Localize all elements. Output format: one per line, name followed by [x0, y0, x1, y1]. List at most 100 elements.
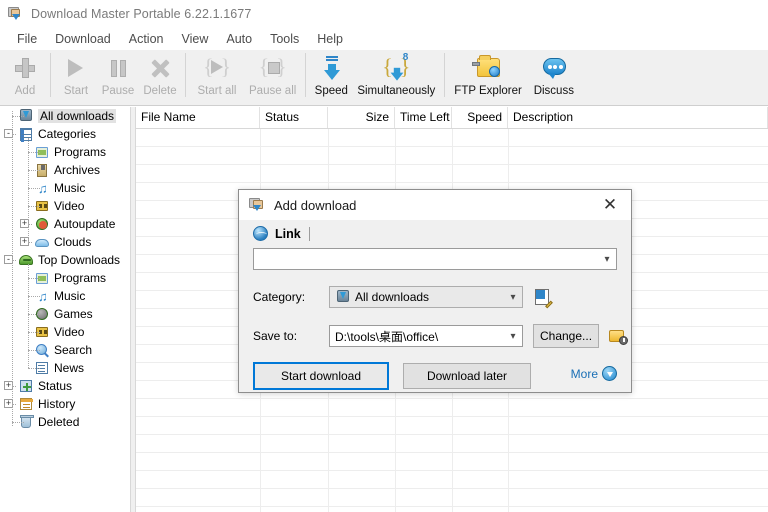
- column-header-status[interactable]: Status: [260, 107, 328, 128]
- window-title: Download Master Portable 6.22.1.1677: [31, 7, 252, 21]
- tree-item-label: Deleted: [38, 415, 80, 429]
- start-download-button[interactable]: Start download: [253, 362, 389, 390]
- navigation-tree[interactable]: All downloads - Categories Programs Archives…: [0, 107, 130, 512]
- toolbar-ftp-explorer-button[interactable]: FTP Explorer: [449, 50, 527, 104]
- tree-item-video[interactable]: Video: [0, 323, 130, 341]
- category-select[interactable]: All downloads ▾: [329, 286, 523, 308]
- globe-icon: [253, 226, 268, 241]
- play-icon: [62, 54, 90, 82]
- category-value: All downloads: [355, 290, 430, 304]
- edit-category-icon[interactable]: [535, 288, 553, 308]
- menu-tools[interactable]: Tools: [261, 30, 308, 48]
- tab-link[interactable]: Link: [253, 226, 310, 241]
- dialog-title-bar: Add download ✕: [239, 190, 631, 220]
- link-input[interactable]: ▾: [253, 248, 617, 270]
- tree-item-music[interactable]: ♫ Music: [0, 287, 130, 305]
- tree-item-archives[interactable]: Archives: [0, 161, 130, 179]
- toolbar-start-button[interactable]: Start: [55, 50, 97, 104]
- toolbar-pause-all-button[interactable]: {} Pause all: [244, 50, 301, 104]
- tree-item-label: Status: [38, 379, 73, 393]
- toolbar-delete-button[interactable]: Delete: [139, 50, 181, 104]
- change-folder-button[interactable]: Change...: [533, 324, 599, 348]
- tree-item-top-downloads[interactable]: - Top Downloads: [0, 251, 130, 269]
- tree-item-all-downloads[interactable]: All downloads: [0, 107, 130, 125]
- tree-toggle-collapse-icon[interactable]: -: [4, 255, 13, 264]
- menu-help[interactable]: Help: [308, 30, 352, 48]
- more-label: More: [570, 366, 598, 381]
- menu-action[interactable]: Action: [120, 30, 173, 48]
- tree-item-deleted[interactable]: Deleted: [0, 413, 130, 431]
- top-programs-icon: [34, 271, 50, 286]
- dialog-actions: Start download Download later: [253, 362, 531, 390]
- save-to-input[interactable]: D:\tools\桌面\office\ ▾: [329, 325, 523, 347]
- save-to-label: Save to:: [253, 329, 298, 343]
- ftp-folder-icon: [472, 54, 502, 82]
- chevron-down-icon[interactable]: ▾: [504, 331, 522, 342]
- tree-toggle-collapse-icon[interactable]: -: [4, 129, 13, 138]
- toolbar-speed-button[interactable]: Speed: [310, 50, 352, 104]
- tab-link-label: Link: [275, 226, 301, 241]
- toolbar-start-all-label: Start all: [197, 85, 237, 97]
- video-icon: [34, 199, 50, 214]
- chevron-down-icon[interactable]: ▾: [504, 292, 522, 303]
- tree-toggle-expand-icon[interactable]: +: [4, 399, 13, 408]
- toolbar-delete-label: Delete: [143, 85, 177, 97]
- stop-all-icon: {}: [258, 54, 287, 79]
- column-header-speed[interactable]: Speed: [452, 107, 508, 128]
- menu-auto[interactable]: Auto: [217, 30, 261, 48]
- folder-history-icon[interactable]: [609, 328, 628, 345]
- menu-bar: File Download Action View Auto Tools Hel…: [0, 28, 768, 50]
- tree-item-programs[interactable]: Programs: [0, 269, 130, 287]
- tree-item-autoupdate[interactable]: + Autoupdate: [0, 215, 130, 233]
- toolbar-pause-button[interactable]: Pause: [97, 50, 139, 104]
- tree-item-categories[interactable]: - Categories: [0, 125, 130, 143]
- tree-item-status[interactable]: + Status: [0, 377, 130, 395]
- text-cursor: [308, 226, 310, 241]
- tree-item-programs[interactable]: Programs: [0, 143, 130, 161]
- tree-item-label: Search: [54, 343, 93, 357]
- toolbar-add-button[interactable]: Add: [4, 50, 46, 104]
- toolbar-start-all-button[interactable]: {} Start all: [190, 50, 244, 104]
- download-later-button[interactable]: Download later: [403, 363, 531, 389]
- toolbar-simultaneously-button[interactable]: { } 8 Simultaneously: [352, 50, 440, 104]
- tree-item-history[interactable]: + History: [0, 395, 130, 413]
- top-video-icon: [34, 325, 50, 340]
- list-header[interactable]: File Name Status Size Time Left Speed Descrip…: [136, 107, 768, 129]
- column-header-size[interactable]: Size: [328, 107, 395, 128]
- tree-item-video[interactable]: Video: [0, 197, 130, 215]
- simultaneous-downloads-icon: { } 8: [382, 52, 411, 81]
- tree-toggle-expand-icon[interactable]: +: [20, 237, 29, 246]
- menu-view[interactable]: View: [173, 30, 218, 48]
- toolbar-discuss-button[interactable]: Discuss: [527, 50, 581, 104]
- tree-toggle-expand-icon[interactable]: +: [4, 381, 13, 390]
- toolbar-simultaneously-label: Simultaneously: [357, 85, 436, 97]
- save-to-value: D:\tools\桌面\office\: [335, 329, 439, 344]
- tree-item-label: Categories: [38, 127, 97, 141]
- menu-download[interactable]: Download: [46, 30, 120, 48]
- tree-item-news[interactable]: News: [0, 359, 130, 377]
- toolbar-separator: [185, 53, 186, 97]
- more-options-link[interactable]: More: [571, 366, 617, 381]
- categories-icon: [18, 127, 34, 142]
- toolbar-speed-label: Speed: [314, 85, 348, 97]
- clouds-icon: [34, 235, 50, 250]
- column-header-description[interactable]: Description: [508, 107, 768, 128]
- category-row: Category: All downloads ▾: [253, 286, 553, 308]
- tree-item-label: Top Downloads: [38, 253, 121, 267]
- tree-item-search[interactable]: Search: [0, 341, 130, 359]
- column-header-file-name[interactable]: File Name: [136, 107, 260, 128]
- tree-toggle-expand-icon[interactable]: +: [20, 219, 29, 228]
- menu-file[interactable]: File: [8, 30, 46, 48]
- top-downloads-icon: [18, 253, 34, 268]
- tree-item-label: Games: [54, 307, 93, 321]
- tree-item-games[interactable]: Games: [0, 305, 130, 323]
- tree-item-music[interactable]: ♫ Music: [0, 179, 130, 197]
- close-icon[interactable]: ✕: [589, 190, 631, 220]
- tree-item-clouds[interactable]: + Clouds: [0, 233, 130, 251]
- chevron-down-icon[interactable]: ▾: [598, 254, 616, 265]
- column-header-time-left[interactable]: Time Left: [395, 107, 452, 128]
- simultaneous-count-badge: 8: [402, 52, 409, 63]
- add-download-dialog: Add download ✕ Link ▾ Category: All down…: [238, 189, 632, 393]
- application-window: Download Master Portable 6.22.1.1677 Fil…: [0, 0, 768, 512]
- chat-bubble-icon: [540, 54, 568, 82]
